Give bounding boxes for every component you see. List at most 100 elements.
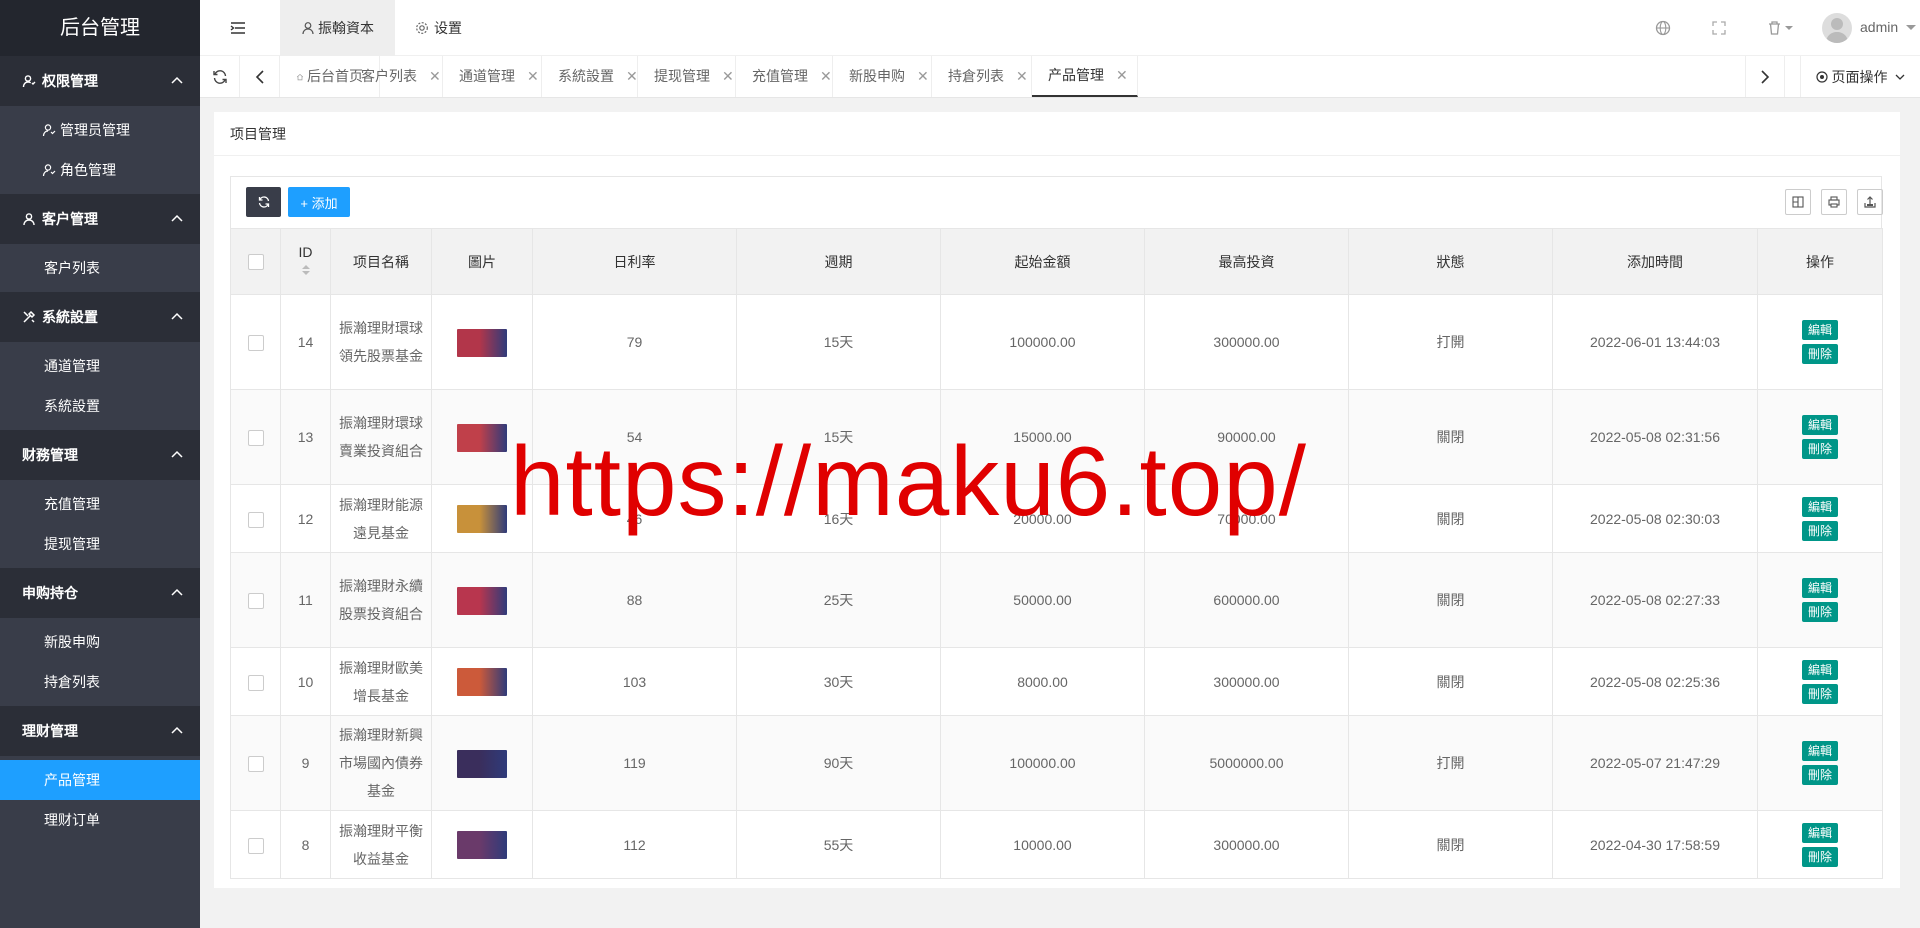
cell-image [431, 810, 533, 879]
table-row[interactable]: 14 振瀚理財環球領先股票基金 79 15天 100000.00 300000.00 打開 2… [230, 294, 1883, 390]
close-icon[interactable]: ✕ [820, 56, 832, 97]
row-select-cell[interactable] [230, 647, 281, 716]
close-icon[interactable]: ✕ [626, 56, 638, 97]
delete-button[interactable]: 刪除 [1802, 765, 1838, 785]
row-select-cell[interactable] [230, 294, 281, 390]
row-select-cell[interactable] [230, 389, 281, 485]
tab-8[interactable]: 产品管理 ✕ [1032, 56, 1138, 97]
globe-icon[interactable] [1654, 19, 1672, 37]
sidebar-group-1[interactable]: 客户管理 [0, 194, 200, 244]
table-row[interactable]: 11 振瀚理財永續股票投資組合 88 25天 50000.00 600000.00 關閉 20… [230, 552, 1883, 648]
delete-button[interactable]: 刪除 [1802, 602, 1838, 622]
row-select-cell[interactable] [230, 552, 281, 648]
sidebar-item[interactable]: 通道管理 [0, 346, 200, 386]
edit-button[interactable]: 編輯 [1802, 659, 1838, 680]
sidebar-item[interactable]: 角色管理 [0, 150, 200, 190]
product-thumbnail[interactable] [457, 586, 507, 615]
sidebar-item[interactable]: 系統設置 [0, 386, 200, 426]
edit-button[interactable]: 編輯 [1802, 415, 1838, 435]
row-checkbox[interactable] [247, 837, 264, 854]
tab-4[interactable]: 提现管理 ✕ [638, 56, 736, 97]
menu-toggle-icon[interactable] [228, 18, 248, 38]
product-thumbnail[interactable] [457, 423, 507, 452]
sidebar-item[interactable]: 管理员管理 [0, 110, 200, 150]
product-thumbnail[interactable] [457, 831, 507, 860]
table-row[interactable]: 8 振瀚理財平衡收益基金 112 55天 10000.00 300000.00 關閉 2022… [230, 810, 1883, 879]
trash-dropdown-icon[interactable] [1766, 19, 1796, 37]
column-header-id[interactable]: ID [280, 228, 331, 295]
delete-button[interactable]: 刪除 [1802, 683, 1838, 704]
row-select-cell[interactable] [230, 715, 281, 811]
product-thumbnail[interactable] [457, 505, 507, 534]
edit-button[interactable]: 編輯 [1802, 741, 1838, 761]
sidebar-group-2[interactable]: 系統設置 [0, 292, 200, 342]
product-thumbnail[interactable] [457, 668, 507, 697]
sidebar-group-3[interactable]: 财務管理 [0, 430, 200, 480]
select-all-checkbox[interactable] [247, 254, 264, 271]
fullscreen-icon[interactable] [1710, 19, 1728, 37]
sidebar-item[interactable]: 充值管理 [0, 484, 200, 524]
edit-button[interactable]: 編輯 [1802, 496, 1838, 517]
user-name[interactable]: admin [1860, 19, 1917, 35]
table-row[interactable]: 10 振瀚理財歐美增長基金 103 30天 8000.00 300000.00 關閉 2022… [230, 647, 1883, 716]
tab-7[interactable]: 持倉列表 ✕ [932, 56, 1032, 97]
close-icon[interactable]: ✕ [429, 56, 441, 97]
sidebar-item[interactable]: 持倉列表 [0, 662, 200, 702]
edit-button[interactable]: 編輯 [1802, 822, 1838, 843]
tab-1[interactable]: 客户列表 ✕ [345, 56, 443, 97]
row-checkbox[interactable] [247, 335, 264, 352]
add-button[interactable]: + 添加 [288, 187, 350, 217]
row-checkbox[interactable] [247, 674, 264, 691]
top-tab-company[interactable]: 振翰資本 [280, 0, 395, 56]
refresh-icon[interactable] [200, 56, 240, 97]
columns-filter-icon[interactable] [1785, 189, 1811, 215]
vertical-scrollbar[interactable] [1903, 98, 1920, 888]
row-checkbox[interactable] [247, 593, 264, 610]
delete-button[interactable]: 刪除 [1802, 439, 1838, 459]
chevron-up-icon [170, 212, 184, 226]
sidebar-group-0[interactable]: 权限管理 [0, 56, 200, 106]
close-icon[interactable]: ✕ [1016, 56, 1028, 97]
reload-button[interactable] [246, 187, 281, 217]
sidebar-group-5[interactable]: 理财管理 [0, 706, 200, 756]
avatar[interactable] [1822, 13, 1852, 43]
export-icon[interactable] [1857, 189, 1883, 215]
print-icon[interactable] [1821, 189, 1847, 215]
row-select-cell[interactable] [230, 484, 281, 553]
sidebar-item[interactable]: 客户列表 [0, 248, 200, 288]
delete-button[interactable]: 刪除 [1802, 846, 1838, 867]
delete-button[interactable]: 刪除 [1802, 520, 1838, 541]
sidebar-item[interactable]: 产品管理 [0, 760, 200, 800]
sidebar-item[interactable]: 新股申购 [0, 622, 200, 662]
delete-button[interactable]: 刪除 [1802, 344, 1838, 364]
sidebar-group-4[interactable]: 申购持仓 [0, 568, 200, 618]
page-operations-label: 页面操作 [1831, 68, 1888, 85]
close-icon[interactable]: ✕ [722, 56, 734, 97]
edit-button[interactable]: 編輯 [1802, 320, 1838, 340]
tab-5[interactable]: 充值管理 ✕ [736, 56, 833, 97]
row-checkbox[interactable] [247, 430, 264, 447]
cell-status: 關閉 [1348, 484, 1553, 553]
chevron-left-icon[interactable] [240, 56, 280, 97]
row-checkbox[interactable] [247, 511, 264, 528]
product-thumbnail[interactable] [457, 749, 507, 778]
sidebar-item[interactable]: 提现管理 [0, 524, 200, 564]
table-row[interactable]: 9 振瀚理財新興市場國內債券基金 119 90天 100000.00 5000000.00… [230, 715, 1883, 811]
tab-2[interactable]: 通道管理 ✕ [443, 56, 542, 97]
close-icon[interactable]: ✕ [1116, 55, 1128, 96]
row-checkbox[interactable] [247, 756, 264, 773]
edit-button[interactable]: 編輯 [1802, 578, 1838, 598]
chevron-right-icon[interactable] [1745, 56, 1785, 97]
page-operations-dropdown[interactable]: 页面操作 [1800, 56, 1920, 97]
select-all-cell[interactable] [230, 228, 281, 295]
sort-icon[interactable] [301, 264, 311, 276]
tab-3[interactable]: 系統設置 ✕ [542, 56, 638, 97]
tab-6[interactable]: 新股申购 ✕ [833, 56, 932, 97]
close-icon[interactable]: ✕ [917, 56, 929, 97]
product-thumbnail[interactable] [457, 328, 507, 357]
top-tab-settings[interactable]: 设置 [415, 0, 462, 56]
row-select-cell[interactable] [230, 810, 281, 879]
close-icon[interactable]: ✕ [527, 56, 539, 97]
cell-id: 14 [280, 294, 331, 390]
sidebar-item[interactable]: 理财订单 [0, 800, 200, 840]
